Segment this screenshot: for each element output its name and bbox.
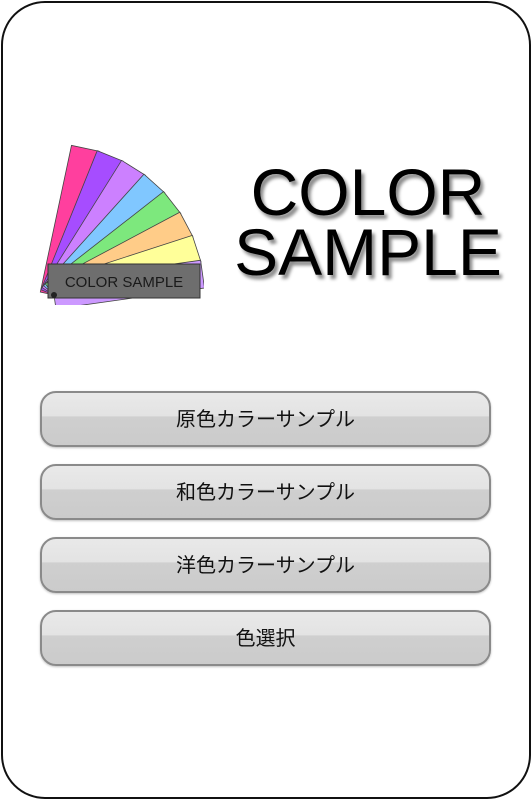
japanese-color-sample-button[interactable]: 和色カラーサンプル xyxy=(40,464,491,520)
header: COLOR SAMPLE COLOR SAMPLE xyxy=(0,140,532,310)
primary-color-sample-button[interactable]: 原色カラーサンプル xyxy=(40,391,491,447)
logo-badge-text: COLOR SAMPLE xyxy=(65,274,183,291)
fan-pivot-icon xyxy=(51,292,57,298)
color-select-button[interactable]: 色選択 xyxy=(40,610,491,666)
title-line-2: SAMPLE xyxy=(234,215,502,289)
app-title: COLOR SAMPLE xyxy=(218,155,518,289)
main-menu: 原色カラーサンプル 和色カラーサンプル 洋色カラーサンプル 色選択 xyxy=(40,391,491,683)
color-swatch-fan-logo: COLOR SAMPLE xyxy=(39,144,204,305)
title-line-1: COLOR xyxy=(250,155,486,229)
badge-icon: COLOR SAMPLE xyxy=(47,263,201,299)
western-color-sample-button[interactable]: 洋色カラーサンプル xyxy=(40,537,491,593)
